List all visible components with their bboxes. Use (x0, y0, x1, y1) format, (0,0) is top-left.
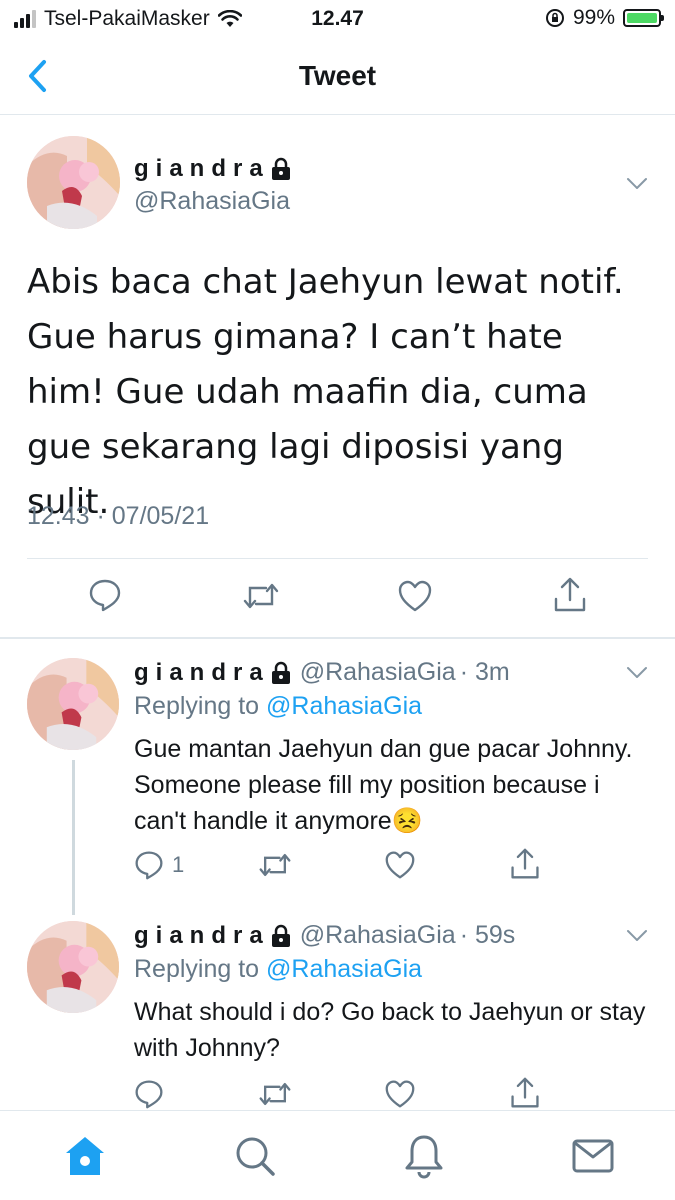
display-name[interactable]: giandra (134, 155, 270, 183)
tweet-actions (0, 575, 675, 619)
retweet-icon[interactable] (258, 1079, 292, 1109)
share-icon[interactable] (509, 848, 541, 880)
chevron-down-icon[interactable] (626, 929, 648, 943)
tweet-actions (134, 1077, 654, 1109)
battery-icon (623, 9, 664, 27)
replying-to-label: Replying to (134, 955, 260, 983)
display-name[interactable]: giandra (134, 922, 270, 950)
divider (27, 558, 648, 559)
like-heart-icon[interactable] (384, 1079, 416, 1109)
like-heart-icon[interactable] (384, 850, 416, 880)
reply-tweet[interactable]: giandra @RahasiaGia · 59s Replying to @R… (0, 903, 675, 1110)
author-handle[interactable]: @RahasiaGia (300, 921, 456, 950)
tweet-age: · 59s (459, 921, 516, 949)
tweet-actions: 1 (134, 848, 654, 886)
share-icon[interactable] (509, 1077, 541, 1109)
replying-to-handle[interactable]: @RahasiaGia (266, 955, 422, 983)
tweet-text: What should i do? Go back to Jaehyun or … (134, 998, 646, 1062)
notifications-icon[interactable] (399, 1131, 449, 1181)
tab-bar (0, 1110, 675, 1200)
lock-icon (271, 924, 290, 947)
tweet-timestamp: 12.43 · 07/05/21 (27, 502, 210, 530)
orientation-lock-icon (545, 9, 564, 27)
reply-tweet[interactable]: giandra @RahasiaGia · 3m Replying to @Ra… (0, 640, 675, 915)
messages-icon[interactable] (568, 1131, 618, 1181)
like-heart-icon[interactable] (397, 579, 433, 613)
lock-icon (271, 157, 290, 180)
author-name-row: giandra @RahasiaGia · 59s (134, 921, 515, 950)
avatar[interactable] (27, 136, 120, 229)
chevron-down-icon[interactable] (626, 177, 648, 191)
share-icon[interactable] (552, 577, 588, 613)
reply-count: 1 (172, 852, 185, 877)
author-handle[interactable]: @RahasiaGia (300, 658, 456, 687)
lock-icon (271, 661, 290, 684)
home-icon[interactable] (60, 1131, 110, 1181)
tweet-text: Abis baca chat Jaehyun lewat notif. Gue … (27, 262, 624, 522)
nav-header: Tweet (0, 38, 675, 115)
replying-to-label: Replying to (134, 692, 260, 720)
chevron-down-icon[interactable] (626, 666, 648, 680)
page-title: Tweet (298, 60, 377, 91)
avatar[interactable] (27, 921, 119, 1013)
author-name-row: giandra @RahasiaGia · 3m (134, 658, 510, 687)
reply-icon[interactable] (134, 1079, 164, 1109)
status-bar: Tsel-PakaiMasker 12.47 99% (0, 0, 675, 38)
section-divider (0, 637, 675, 639)
replying-to-handle[interactable]: @RahasiaGia (266, 692, 422, 720)
reply-action[interactable]: 1 (134, 850, 184, 880)
retweet-icon[interactable] (258, 850, 292, 880)
tweet-age: · 3m (459, 658, 510, 686)
reply-icon[interactable] (88, 578, 122, 612)
author-handle[interactable]: @RahasiaGia (134, 187, 290, 216)
battery-percent: 99% (572, 6, 615, 29)
search-icon[interactable] (230, 1131, 280, 1181)
retweet-icon[interactable] (242, 580, 280, 612)
replying-to: Replying to @RahasiaGia (134, 955, 422, 984)
avatar[interactable] (27, 658, 119, 750)
thread-line (72, 760, 75, 915)
tweet-text: Gue mantan Jaehyun dan gue pacar Johnny.… (134, 735, 633, 835)
main-tweet: giandra @RahasiaGia Abis baca chat Jaehy… (0, 115, 675, 638)
status-right: 99% (545, 6, 664, 30)
display-name[interactable]: giandra (134, 659, 270, 687)
reply-icon (135, 851, 163, 880)
replying-to: Replying to @RahasiaGia (134, 692, 422, 721)
author-name-row: giandra (134, 155, 292, 183)
